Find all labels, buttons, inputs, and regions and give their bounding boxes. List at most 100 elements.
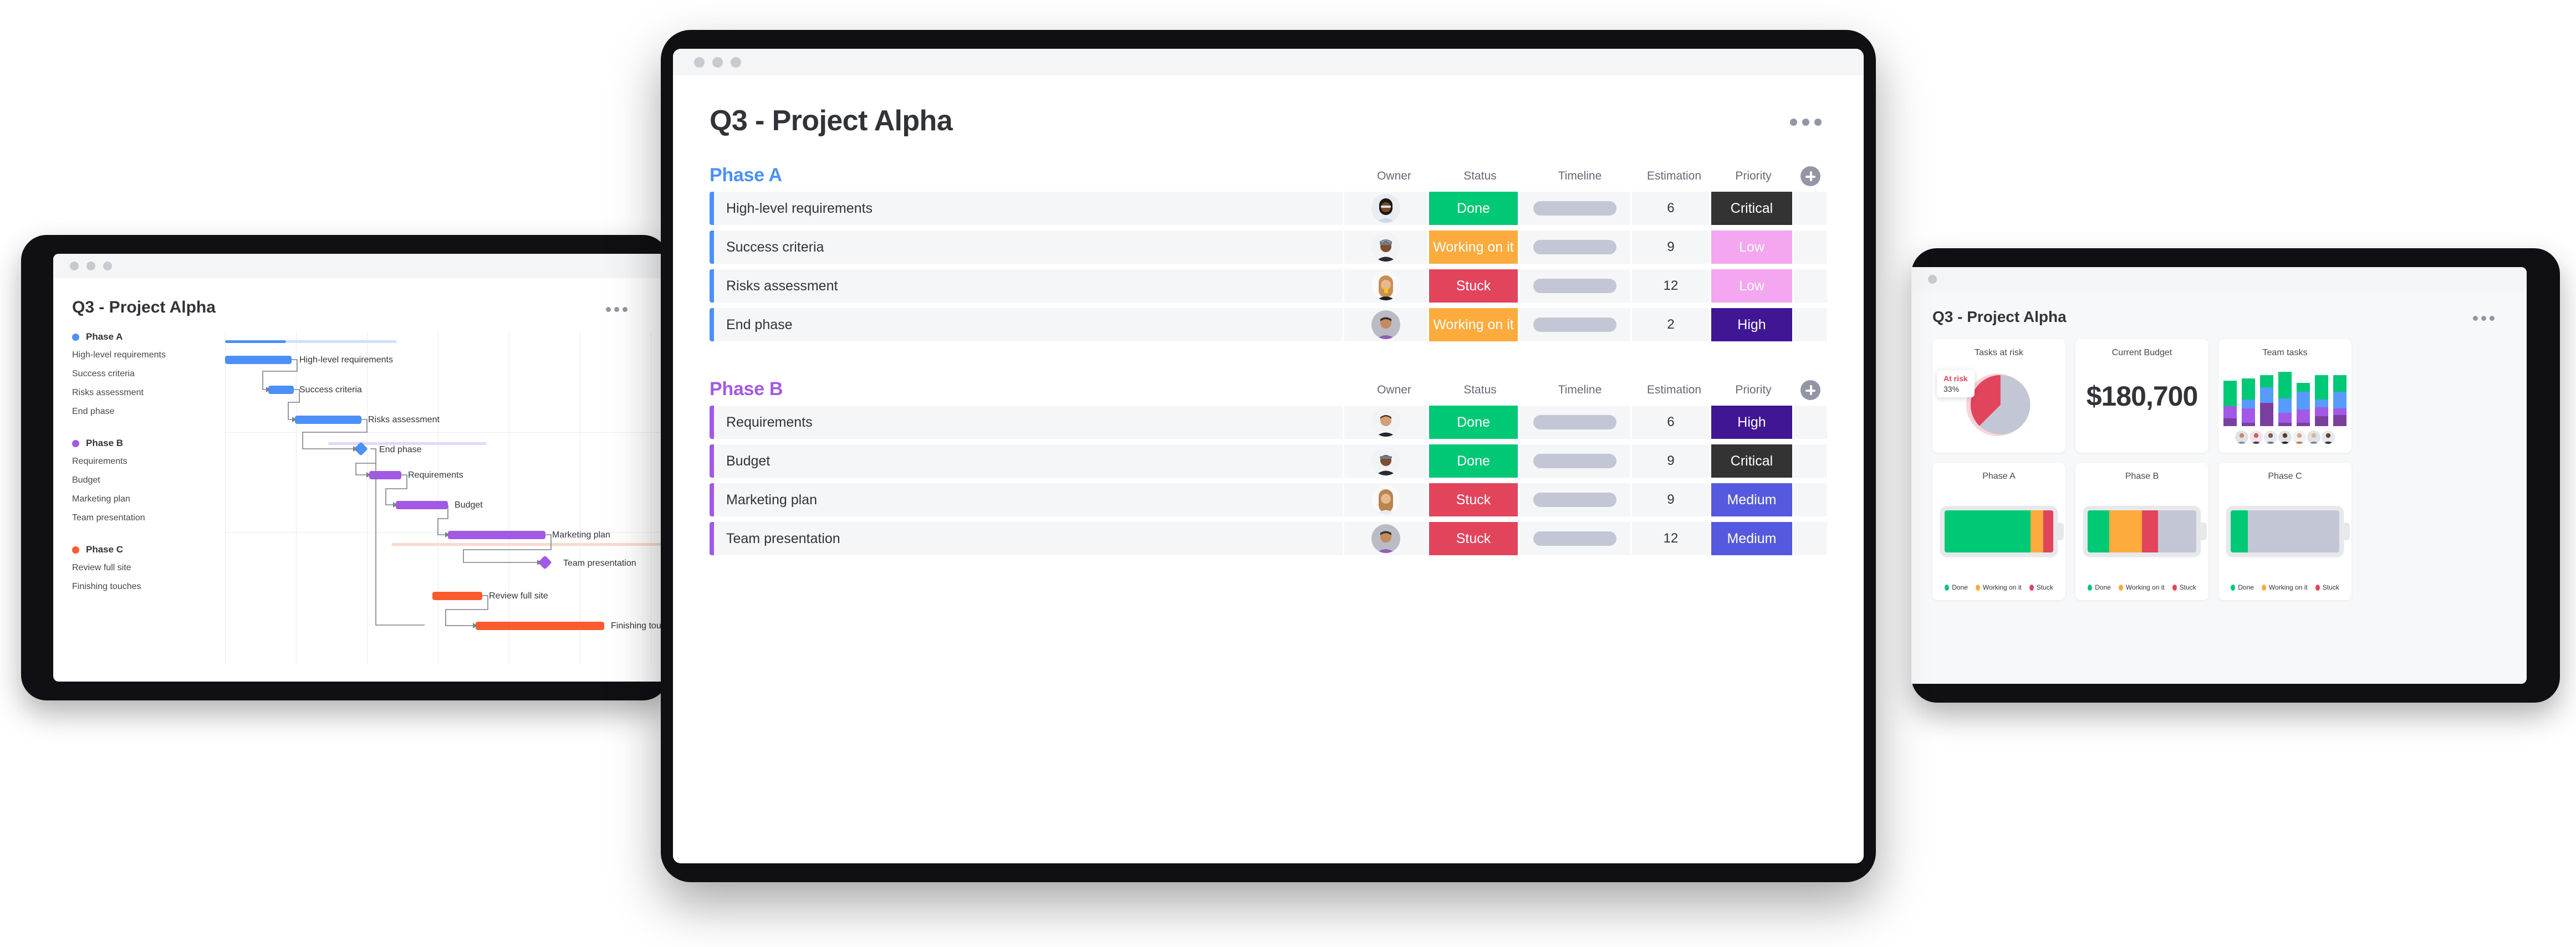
- cell-owner[interactable]: [1344, 308, 1427, 341]
- window-dot-maximize[interactable]: [103, 262, 112, 270]
- avatar[interactable]: [2322, 431, 2335, 444]
- cell-estimation[interactable]: 6: [1632, 192, 1710, 225]
- row-name[interactable]: Budget: [714, 444, 1343, 478]
- column-header-owner[interactable]: Owner: [1353, 170, 1436, 183]
- column-header-estimation[interactable]: Estimation: [1635, 170, 1713, 183]
- card-phase-b[interactable]: Phase B Done Working on it Stuck: [2075, 463, 2208, 600]
- column-header-estimation[interactable]: Estimation: [1635, 383, 1713, 397]
- add-column-button[interactable]: [1800, 380, 1820, 400]
- cell-owner[interactable]: [1344, 192, 1427, 225]
- cell-owner[interactable]: [1344, 483, 1427, 516]
- avatar[interactable]: [1371, 194, 1400, 223]
- cell-estimation[interactable]: 6: [1632, 406, 1710, 439]
- priority-badge[interactable]: Medium: [1711, 483, 1792, 516]
- card-current-budget[interactable]: Current Budget $180,700: [2075, 339, 2208, 453]
- card-team-tasks[interactable]: Team tasks: [2218, 339, 2351, 453]
- gantt-phase-b[interactable]: Phase B: [72, 438, 225, 449]
- avatar[interactable]: [2249, 431, 2263, 444]
- window-dot-minimize[interactable]: [86, 262, 95, 270]
- row-name[interactable]: Marketing plan: [714, 483, 1343, 516]
- kebab-menu-icon[interactable]: [1790, 104, 1827, 126]
- table-row[interactable]: End phase Working on it 2 High: [710, 308, 1827, 341]
- avatar[interactable]: [1371, 408, 1400, 437]
- cell-timeline[interactable]: [1519, 483, 1630, 516]
- priority-badge[interactable]: Critical: [1711, 192, 1792, 225]
- priority-badge[interactable]: High: [1711, 308, 1792, 341]
- status-badge[interactable]: Stuck: [1429, 269, 1518, 303]
- gantt-phase-c[interactable]: Phase C: [72, 544, 225, 555]
- cell-owner[interactable]: [1344, 231, 1427, 264]
- status-badge[interactable]: Stuck: [1429, 522, 1518, 555]
- avatar[interactable]: [2293, 431, 2306, 444]
- gantt-task-label[interactable]: Risks assessment: [72, 388, 225, 398]
- group-title[interactable]: Phase B: [710, 378, 783, 400]
- gantt-task-label[interactable]: Team presentation: [72, 513, 225, 523]
- add-column-button[interactable]: [1800, 166, 1820, 186]
- avatar[interactable]: [2307, 431, 2320, 444]
- avatar[interactable]: [2235, 431, 2248, 444]
- window-dot-maximize[interactable]: [731, 57, 741, 68]
- table-row[interactable]: Budget Done 9 Critical: [710, 444, 1827, 478]
- row-name[interactable]: Requirements: [714, 406, 1343, 439]
- row-name[interactable]: Success criteria: [714, 231, 1343, 264]
- gantt-task-label[interactable]: Budget: [72, 475, 225, 485]
- cell-timeline[interactable]: [1519, 522, 1630, 555]
- cell-timeline[interactable]: [1519, 231, 1630, 264]
- gantt-phase-a[interactable]: Phase A: [72, 331, 225, 342]
- column-header-priority[interactable]: Priority: [1713, 383, 1794, 397]
- gantt-task-label[interactable]: Requirements: [72, 457, 225, 467]
- table-row[interactable]: Marketing plan Stuck 9 Medium: [710, 483, 1827, 516]
- cell-owner[interactable]: [1344, 444, 1427, 478]
- avatar[interactable]: [1371, 524, 1400, 553]
- gantt-task-label[interactable]: Success criteria: [72, 369, 225, 379]
- cell-estimation[interactable]: 9: [1632, 231, 1710, 264]
- gantt-task-label[interactable]: High-level requirements: [72, 350, 225, 360]
- table-row[interactable]: Requirements Done 6 High: [710, 406, 1827, 439]
- table-row[interactable]: High-level requirements Done 6 Critical: [710, 192, 1827, 225]
- cell-owner[interactable]: [1344, 406, 1427, 439]
- card-tasks-at-risk[interactable]: Tasks at risk At risk 33%: [1932, 339, 2065, 453]
- priority-badge[interactable]: High: [1711, 406, 1792, 439]
- cell-estimation[interactable]: 9: [1632, 444, 1710, 478]
- cell-timeline[interactable]: [1519, 406, 1630, 439]
- cell-estimation[interactable]: 9: [1632, 483, 1710, 516]
- column-header-timeline[interactable]: Timeline: [1524, 383, 1635, 397]
- card-phase-a[interactable]: Phase A Done Working on it Stuck: [1932, 463, 2065, 600]
- row-name[interactable]: Team presentation: [714, 522, 1343, 555]
- gantt-task-label[interactable]: End phase: [72, 407, 225, 417]
- column-header-owner[interactable]: Owner: [1353, 383, 1436, 397]
- column-header-status[interactable]: Status: [1436, 383, 1524, 397]
- column-header-priority[interactable]: Priority: [1713, 170, 1794, 183]
- table-row[interactable]: Team presentation Stuck 12 Medium: [710, 522, 1827, 555]
- priority-badge[interactable]: Medium: [1711, 522, 1792, 555]
- gantt-task-label[interactable]: Marketing plan: [72, 494, 225, 504]
- right-kebab-menu-icon[interactable]: [2473, 316, 2495, 321]
- status-badge[interactable]: Stuck: [1429, 483, 1518, 516]
- avatar[interactable]: [1371, 447, 1400, 475]
- gantt-chart-area[interactable]: High-level requirements Success criteria…: [225, 331, 669, 664]
- avatar[interactable]: [1371, 272, 1400, 300]
- gantt-task-label[interactable]: Review full site: [72, 563, 225, 573]
- cell-timeline[interactable]: [1519, 444, 1630, 478]
- cell-timeline[interactable]: [1519, 269, 1630, 303]
- column-header-timeline[interactable]: Timeline: [1524, 170, 1635, 183]
- status-badge[interactable]: Working on it: [1429, 231, 1518, 264]
- cell-owner[interactable]: [1344, 269, 1427, 303]
- column-header-status[interactable]: Status: [1436, 170, 1524, 183]
- window-dot-maximize[interactable]: [1928, 275, 1937, 284]
- left-kebab-menu-icon[interactable]: [606, 307, 628, 312]
- status-badge[interactable]: Done: [1429, 444, 1518, 478]
- cell-estimation[interactable]: 12: [1632, 269, 1710, 303]
- avatar[interactable]: [1371, 233, 1400, 262]
- priority-badge[interactable]: Low: [1711, 269, 1792, 303]
- cell-timeline[interactable]: [1519, 192, 1630, 225]
- card-phase-c[interactable]: Phase C Done Working on it Stuck: [2218, 463, 2351, 600]
- status-badge[interactable]: Done: [1429, 192, 1518, 225]
- table-row[interactable]: Risks assessment Stuck 12 Low: [710, 269, 1827, 303]
- cell-estimation[interactable]: 2: [1632, 308, 1710, 341]
- window-dot-close[interactable]: [694, 57, 705, 68]
- group-title[interactable]: Phase A: [710, 165, 782, 186]
- table-row[interactable]: Success criteria Working on it 9 Low: [710, 231, 1827, 264]
- avatar[interactable]: [2278, 431, 2292, 444]
- priority-badge[interactable]: Critical: [1711, 444, 1792, 478]
